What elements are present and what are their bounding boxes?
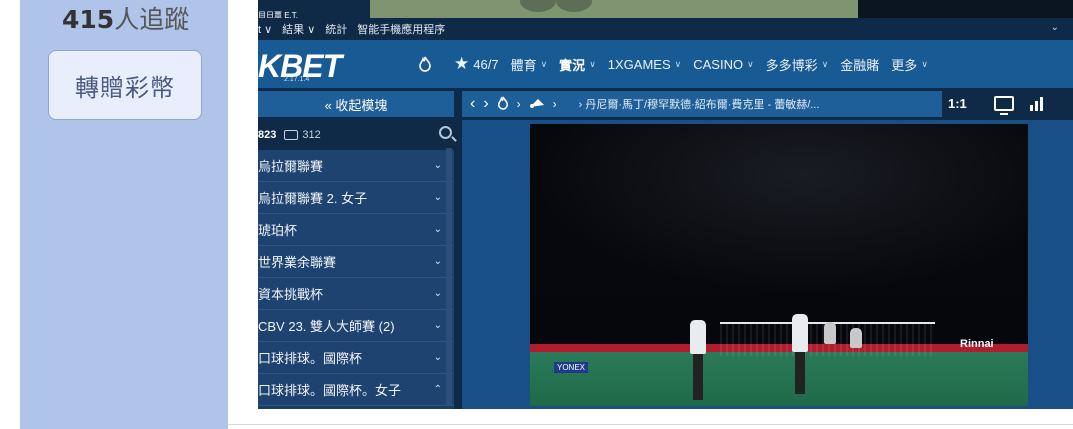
favorites-count: 46/7 xyxy=(473,56,499,72)
player-figure xyxy=(824,322,836,344)
chevron-down-icon: ∨ xyxy=(589,58,596,69)
chevron-down-icon: ∨ xyxy=(821,58,829,69)
chevron-down-icon: ⌄ xyxy=(433,192,442,203)
top-menu: t ∨ 結果 ∨ 統計 智能手機應用程序 ⌄ xyxy=(258,18,1073,40)
list-item[interactable]: 琥珀杯 ⌄ xyxy=(258,214,454,246)
chevron-right-icon: › xyxy=(516,97,521,111)
sponsor-board: Rinnai xyxy=(960,338,994,350)
list-item[interactable]: CBV 23. 雙人大師賽 (2) ⌄ xyxy=(258,310,454,342)
divider xyxy=(228,424,1073,425)
list-item[interactable]: 口球排球。國際杯 ⌄ xyxy=(258,342,454,374)
gift-coins-button[interactable]: 轉贈彩幣 xyxy=(48,50,202,120)
live-video[interactable]: Rinnai YONEX xyxy=(530,124,1028,406)
player-figure xyxy=(850,328,862,348)
breadcrumb: ‹ › › › › 丹尼爾·馬丁/穆罕默德·紹布爾·費克里 - 蕾敏赫/... xyxy=(462,91,942,117)
chevron-up-icon: ⌃ xyxy=(433,384,442,395)
menu-item-results[interactable]: 結果 ∨ xyxy=(282,21,315,37)
tv-icon[interactable] xyxy=(994,96,1014,115)
chevron-down-icon: ⌄ xyxy=(433,224,442,235)
sponsor-board: YONEX xyxy=(554,362,589,373)
chevron-right-icon: › xyxy=(552,97,557,111)
version-label: 2.17.1.4 xyxy=(284,76,310,83)
chevron-down-icon: ⌄ xyxy=(433,160,442,171)
event-count: 823 xyxy=(258,129,277,141)
scrollbar[interactable] xyxy=(446,148,452,406)
menu-item-stats[interactable]: 統計 xyxy=(325,21,347,37)
follower-number: 415 xyxy=(62,5,115,34)
match-title[interactable]: › 丹尼爾·馬丁/穆罕默德·紹布爾·費克里 - 蕾敏赫/... xyxy=(579,96,820,112)
list-item[interactable]: 烏拉爾聯賽 ⌄ xyxy=(258,150,454,182)
menu-item[interactable]: t ∨ xyxy=(258,23,272,36)
nav-item-casino[interactable]: CASINO ∨ xyxy=(693,57,753,72)
list-item[interactable]: 口球排球。國際杯。女子 ⌃ xyxy=(258,374,454,406)
nav-item-sports[interactable]: 體育 ∨ xyxy=(511,55,548,74)
shuttlecock-icon[interactable] xyxy=(529,97,545,112)
live-icon[interactable] xyxy=(418,56,432,72)
live-icon[interactable] xyxy=(497,95,509,113)
chevron-down-icon: ∨ xyxy=(540,58,548,69)
main-navbar: KBET 2.17.1.4 ★ 46/7 體育 ∨ 實況 ∨ 1XGAMES ∨ CA… xyxy=(258,40,1073,88)
back-arrow-icon[interactable]: ‹ xyxy=(470,95,475,113)
nav-item-lottery[interactable]: 多多博彩 ∨ xyxy=(766,55,829,74)
chevron-down-icon: ∨ xyxy=(674,58,682,69)
nav-item-live[interactable]: 實況 ∨ xyxy=(559,55,596,74)
chevron-down-icon: ⌄ xyxy=(433,352,442,363)
player-figure xyxy=(792,314,808,352)
chevron-down-icon: ∨ xyxy=(747,58,754,69)
nav-items: ★ 46/7 體育 ∨ 實況 ∨ 1XGAMES ∨ CASINO ∨ 多多博彩 ∨ 金融… xyxy=(418,40,928,88)
chevron-down-icon: ⌄ xyxy=(433,256,442,267)
list-item[interactable]: 資本挑戰杯 ⌄ xyxy=(258,278,454,310)
chevron-down-icon: ∨ xyxy=(921,58,928,69)
chevron-down-icon[interactable]: ⌄ xyxy=(1051,22,1059,33)
nav-item-1xgames[interactable]: 1XGAMES ∨ xyxy=(608,57,681,72)
list-item[interactable]: 世界業余聯賽 ⌄ xyxy=(258,246,454,278)
messages-count: 312 xyxy=(302,129,321,141)
stats-bars-icon[interactable] xyxy=(1030,97,1043,111)
follower-label: 人追蹤 xyxy=(114,5,190,34)
search-icon[interactable] xyxy=(439,126,452,139)
sidebar-header: 823 312 xyxy=(258,120,454,150)
chat-icon xyxy=(284,130,299,140)
chevron-down-icon: ⌄ xyxy=(433,320,442,331)
list-item[interactable]: 烏拉爾聯賽 2. 女子 ⌄ xyxy=(258,182,454,214)
chevron-down-icon: ⌄ xyxy=(433,288,442,299)
menu-item-app[interactable]: 智能手機應用程序 xyxy=(357,21,445,37)
league-sidebar: 823 312 烏拉爾聯賽 ⌄ 烏拉爾聯賽 2. 女子 ⌄ 琥珀杯 ⌄ 世界業余聯賽 ⌄… xyxy=(258,120,454,409)
sub-toolbar: « 收起模塊 ‹ › › › › 丹尼爾·馬丁/穆罕默德·紹布爾·費克里 - 蕾… xyxy=(258,88,1073,120)
profile-panel: 415人追蹤 轉贈彩幣 xyxy=(20,0,228,429)
player-figure xyxy=(690,320,706,354)
nav-item-finance[interactable]: 金融賭 xyxy=(840,55,879,74)
collapse-modules-button[interactable]: « 收起模塊 xyxy=(258,91,454,117)
star-icon: ★ xyxy=(454,54,470,73)
aspect-ratio-toggle[interactable]: 1:1 xyxy=(948,96,967,111)
top-video-strip xyxy=(370,0,858,18)
embedded-screenshot: 目日覃 E.T. t ∨ 結果 ∨ 統計 智能手機應用程序 ⌄ KBET 2.1… xyxy=(258,0,1073,409)
nav-item-more[interactable]: 更多 ∨ xyxy=(891,55,928,74)
follower-count: 415人追蹤 xyxy=(62,0,189,36)
favorites-item[interactable]: ★ 46/7 xyxy=(454,54,499,74)
messages-item[interactable]: 312 xyxy=(284,129,321,141)
forward-arrow-icon[interactable]: › xyxy=(483,95,488,113)
